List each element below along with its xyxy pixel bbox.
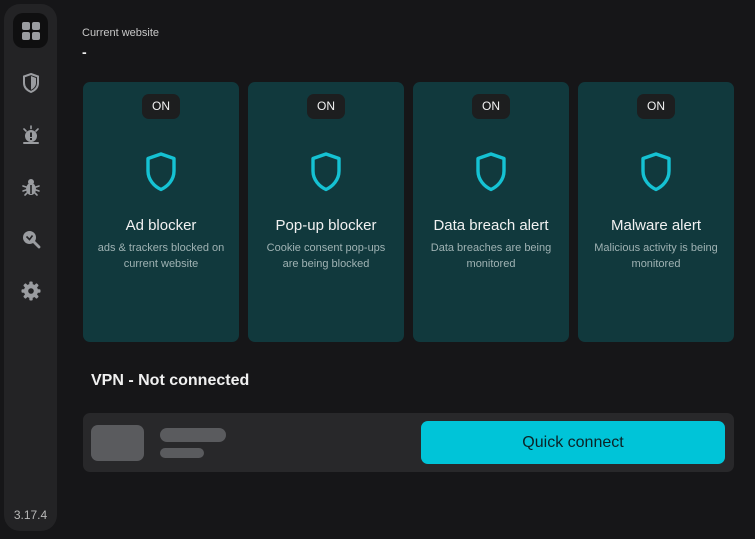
- current-website-value: -: [82, 44, 87, 60]
- card-data-breach-alert[interactable]: ON Data breach alert Data breaches are b…: [413, 82, 569, 342]
- alert-icon: [22, 124, 39, 144]
- shield-icon: [146, 152, 176, 192]
- dashboard-icon: [21, 21, 40, 40]
- status-badge[interactable]: ON: [472, 94, 510, 119]
- shield-icon: [22, 72, 39, 93]
- shield-icon: [476, 152, 506, 192]
- card-malware-alert[interactable]: ON Malware alert Malicious activity is b…: [578, 82, 734, 342]
- card-title: Malware alert: [610, 217, 702, 234]
- card-popup-blocker[interactable]: ON Pop-up blocker Cookie consent pop-ups…: [248, 82, 404, 342]
- current-website-label: Current website: [82, 27, 160, 39]
- nav-malware[interactable]: [13, 169, 48, 204]
- card-description: ads & trackers blocked on current websit…: [97, 242, 225, 270]
- nav-settings[interactable]: [13, 273, 48, 308]
- nav-alerts[interactable]: [13, 117, 48, 152]
- nav-dashboard[interactable]: [13, 13, 48, 48]
- card-ad-blocker[interactable]: ON Ad blocker ads & trackers blocked on …: [83, 82, 239, 342]
- shield-icon: [311, 152, 341, 192]
- sidebar: 3.17.4: [4, 4, 57, 531]
- bug-icon: [21, 178, 40, 196]
- card-title: Pop-up blocker: [275, 217, 377, 234]
- status-badge[interactable]: ON: [637, 94, 675, 119]
- nav-protection[interactable]: [13, 65, 48, 100]
- card-description: Data breaches are being monitored: [430, 242, 552, 270]
- app-version: 3.17.4: [13, 508, 48, 522]
- status-badge[interactable]: ON: [142, 94, 180, 119]
- shield-icon: [641, 152, 671, 192]
- quick-connect-button[interactable]: Quick connect: [421, 421, 725, 464]
- vpn-status-title: VPN - Not connected: [91, 372, 250, 389]
- country-flag-placeholder: [91, 425, 144, 461]
- server-name-placeholder: [160, 428, 226, 442]
- card-description: Cookie consent pop-ups are being blocked: [266, 242, 386, 270]
- gear-icon: [21, 281, 40, 300]
- server-detail-placeholder: [160, 448, 204, 458]
- card-title: Data breach alert: [433, 217, 549, 234]
- search-icon: [22, 230, 40, 248]
- card-description: Malicious activity is being monitored: [594, 242, 718, 270]
- nav-breach-scan[interactable]: [13, 221, 48, 256]
- status-badge[interactable]: ON: [307, 94, 345, 119]
- card-title: Ad blocker: [125, 217, 197, 234]
- vpn-panel: Quick connect: [83, 413, 734, 472]
